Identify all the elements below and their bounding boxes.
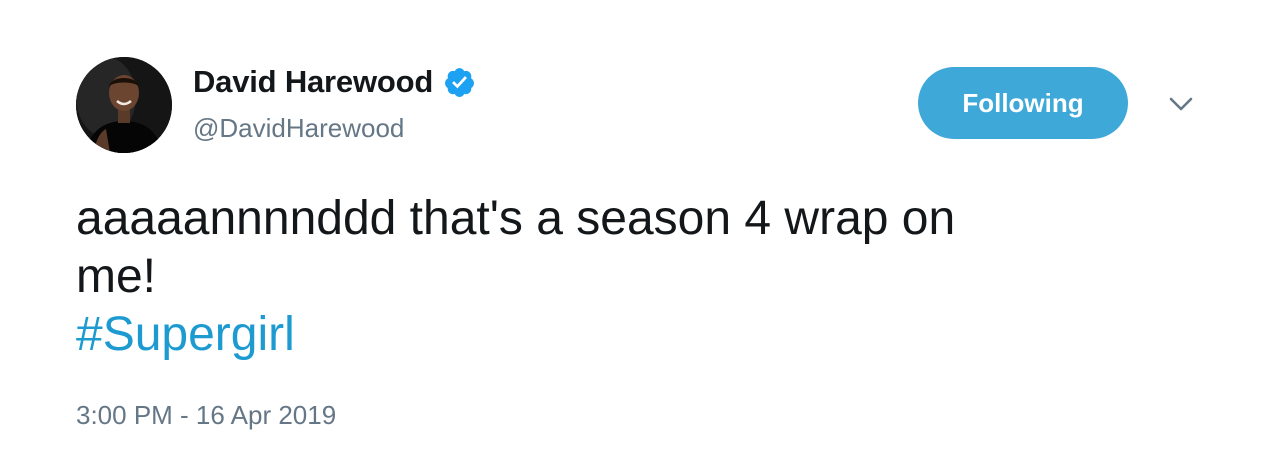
following-button[interactable]: Following: [918, 67, 1128, 139]
hashtag-link[interactable]: #Supergirl: [76, 306, 1156, 364]
tweet-text-line: me!: [76, 250, 157, 303]
verified-badge-icon: [443, 66, 476, 99]
tweet-text-line: aaaaannnnddd that's a season 4 wrap on: [76, 192, 956, 245]
chevron-down-icon[interactable]: [1166, 92, 1196, 116]
tweet-card: David Harewood @DavidHarewood Following …: [0, 0, 1274, 460]
tweet-timestamp[interactable]: 3:00 PM - 16 Apr 2019: [76, 400, 336, 431]
avatar[interactable]: [76, 57, 172, 153]
name-row: David Harewood: [193, 62, 476, 102]
user-handle[interactable]: @DavidHarewood: [193, 113, 404, 144]
tweet-text: aaaaannnnddd that's a season 4 wrap on m…: [76, 190, 1156, 364]
display-name[interactable]: David Harewood: [193, 64, 433, 100]
